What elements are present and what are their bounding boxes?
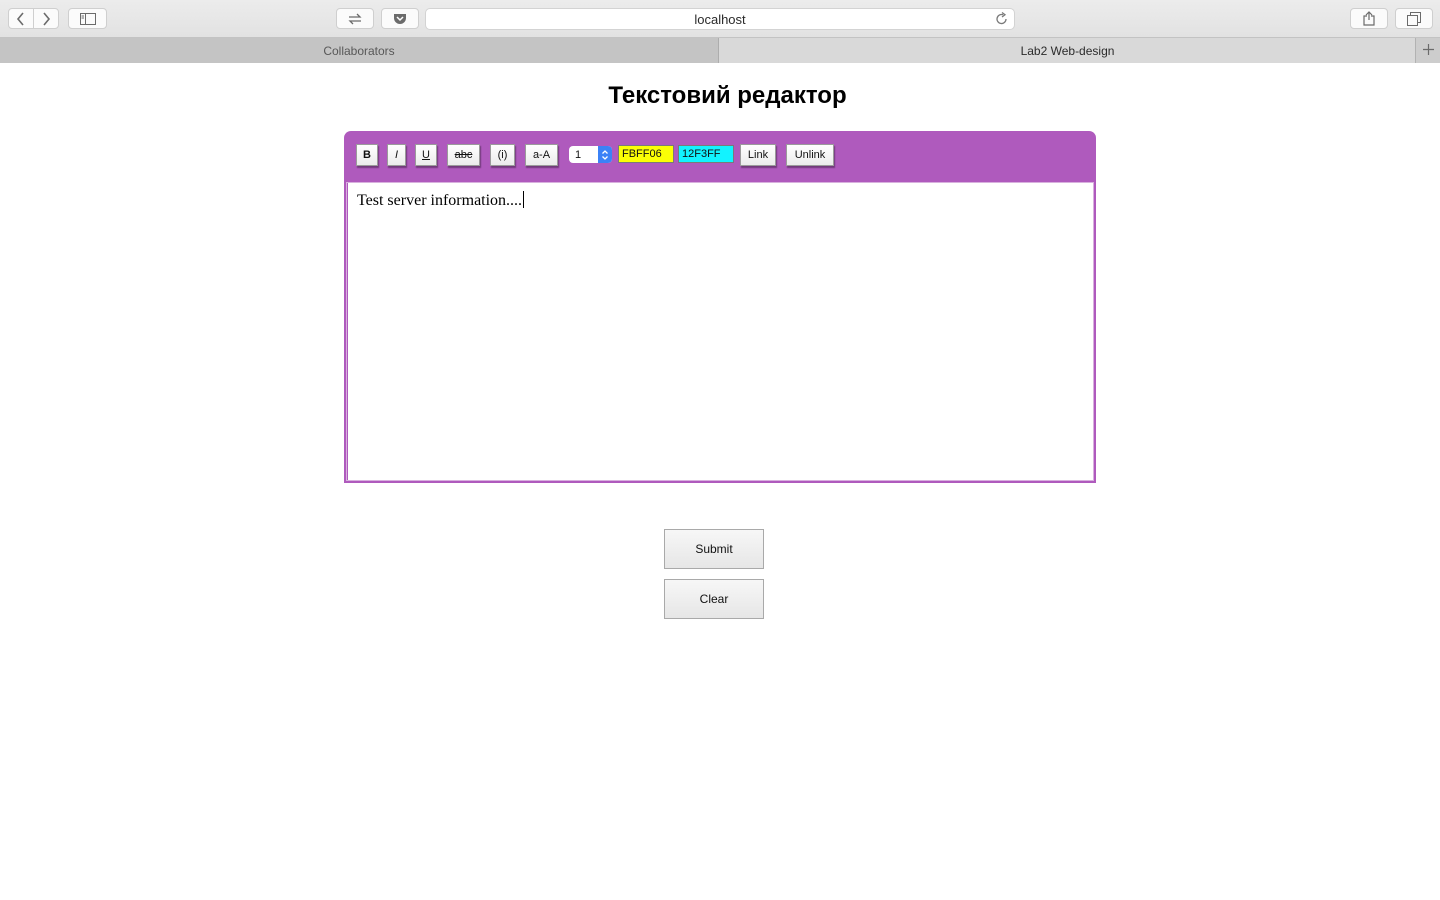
tab-collaborators[interactable]: Collaborators [0, 38, 719, 63]
address-text: localhost [694, 11, 746, 27]
submit-button[interactable]: Submit [664, 529, 764, 569]
back-button[interactable] [8, 8, 34, 29]
chevron-right-icon [41, 11, 51, 26]
new-tab-button[interactable] [1415, 38, 1440, 63]
font-size-value: 1 [575, 148, 582, 161]
info-button[interactable]: (i) [490, 144, 515, 166]
text-color-input[interactable]: FBFF06 [618, 145, 674, 163]
tab-label: Lab2 Web-design [1020, 43, 1115, 58]
address-bar[interactable]: localhost [425, 8, 1015, 30]
share-button[interactable] [1350, 8, 1388, 29]
chevron-left-icon [16, 11, 26, 26]
background-color-input[interactable]: 12F3FF [678, 145, 734, 163]
sidebar-button[interactable] [68, 8, 107, 29]
tab-bar: Collaborators Lab2 Web-design [0, 37, 1440, 63]
select-arrows-icon [598, 146, 612, 163]
unlink-button[interactable]: Unlink [786, 144, 834, 166]
reader-icon [347, 13, 363, 25]
editor-toolbar: B I U abc (i) a-A 1 FBFF06 12F3FF Link U… [344, 131, 1096, 180]
link-button[interactable]: Link [740, 144, 776, 166]
bold-button[interactable]: B [356, 144, 378, 166]
tabs-overview-icon [1407, 11, 1421, 26]
reader-button[interactable] [336, 8, 374, 29]
plus-icon [1422, 42, 1434, 60]
tab-label: Collaborators [323, 43, 395, 58]
case-toggle-button[interactable]: a-A [525, 144, 558, 166]
strikethrough-button[interactable]: abc [447, 144, 480, 166]
forward-button[interactable] [33, 8, 59, 29]
pocket-button[interactable] [381, 8, 419, 29]
editor-content: Test server information.... [357, 192, 523, 209]
font-size-select[interactable]: 1 [569, 146, 612, 163]
tabs-overview-button[interactable] [1395, 8, 1433, 29]
clear-button[interactable]: Clear [664, 579, 764, 619]
tab-lab2-web-design[interactable]: Lab2 Web-design [719, 38, 1416, 63]
editor-content-area[interactable]: Test server information.... [344, 180, 1096, 483]
editor-text: Test server information.... [357, 191, 525, 210]
browser-toolbar: localhost [0, 0, 1440, 37]
pocket-icon [393, 13, 407, 25]
share-icon [1363, 11, 1375, 26]
reload-icon[interactable] [995, 11, 1008, 29]
text-caret [523, 191, 525, 208]
italic-button[interactable]: I [387, 144, 406, 166]
sidebar-icon [79, 12, 96, 25]
page-title: Текстовий редактор [608, 82, 847, 109]
underline-button[interactable]: U [415, 144, 437, 166]
